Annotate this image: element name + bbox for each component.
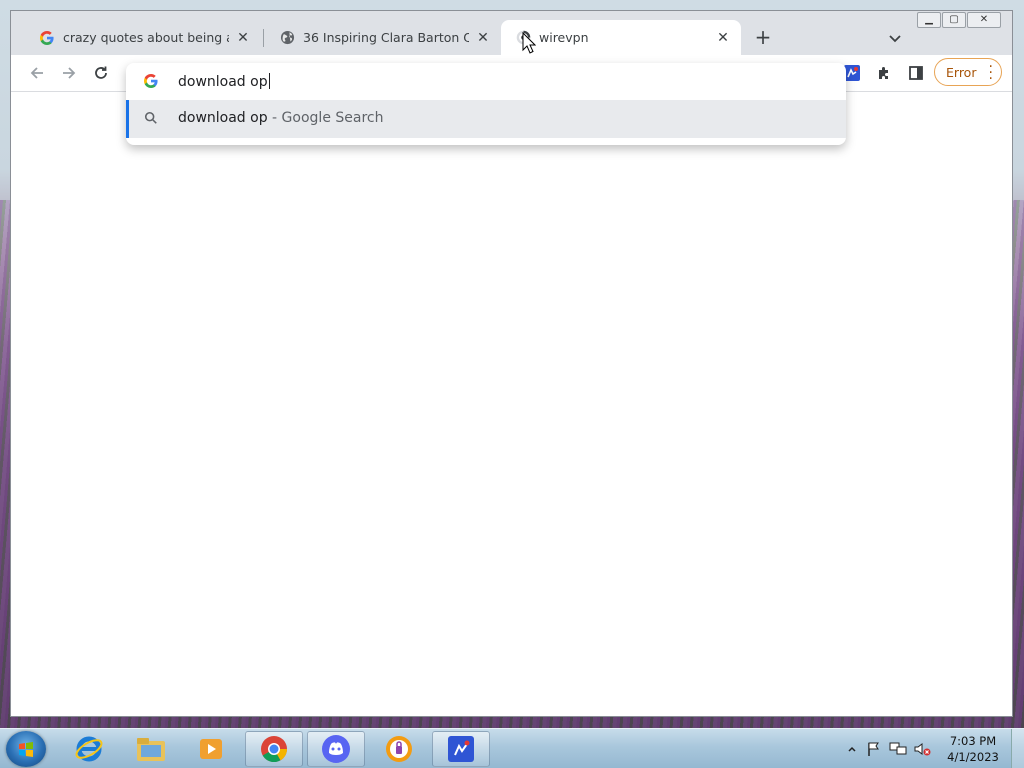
tab-crazy-quotes[interactable]: crazy quotes about being a nurse ✕ (25, 20, 261, 55)
more-menu-icon[interactable]: · · · (989, 60, 993, 86)
google-g-icon (144, 74, 158, 88)
chrome-icon[interactable] (245, 731, 303, 767)
minimize-button[interactable]: ▁ (917, 12, 941, 28)
mouse-cursor-icon (522, 32, 536, 54)
google-g-icon (39, 30, 55, 46)
vpn-app-icon[interactable] (370, 731, 428, 767)
action-center-flag-icon[interactable] (865, 739, 883, 759)
show-desktop-button[interactable] (1011, 729, 1024, 768)
omnibox-input-row[interactable]: download op (126, 63, 846, 99)
clock-date: 4/1/2023 (947, 750, 999, 764)
discord-icon[interactable] (307, 731, 365, 767)
network-icon[interactable] (889, 739, 907, 759)
media-player-icon[interactable] (182, 731, 240, 767)
chevron-down-icon[interactable] (885, 28, 905, 48)
system-clock[interactable]: 7:03 PM 4/1/2023 (943, 733, 1003, 765)
pinned-rocket-icon[interactable] (432, 731, 490, 767)
windows-logo-icon (19, 742, 33, 757)
tab-strip: crazy quotes about being a nurse ✕ 36 In… (11, 11, 1012, 55)
profile-error-button[interactable]: Error · · · (934, 58, 1002, 86)
maximize-button[interactable]: ▢ (942, 12, 966, 28)
volume-muted-icon[interactable] (913, 739, 931, 759)
file-explorer-icon[interactable] (122, 731, 180, 767)
clock-time: 7:03 PM (949, 734, 997, 748)
tab-clara-barton[interactable]: 36 Inspiring Clara Barton Quotes ✕ (265, 20, 501, 55)
globe-icon (279, 30, 295, 46)
puzzle-extensions-icon[interactable] (873, 62, 895, 84)
suggestion-row[interactable]: download op - Google Search (126, 100, 846, 138)
omnibox-dropdown: download op download op - Google Search (126, 63, 846, 145)
close-icon[interactable]: ✕ (475, 30, 491, 46)
tab-wirevpn[interactable]: wirevpn ✕ (501, 20, 741, 55)
search-icon (144, 111, 160, 127)
suggestion-query: download op (178, 110, 268, 126)
tab-separator (263, 29, 264, 47)
reload-icon[interactable] (89, 61, 113, 85)
close-icon[interactable]: ✕ (715, 30, 731, 46)
new-tab-button[interactable]: + (751, 26, 775, 50)
side-panel-icon[interactable] (905, 62, 927, 84)
start-button[interactable] (6, 731, 46, 767)
browser-window: crazy quotes about being a nurse ✕ 36 In… (10, 10, 1013, 717)
close-window-button[interactable]: ✕ (967, 12, 1001, 28)
windows-taskbar: 7:03 PM 4/1/2023 (0, 728, 1024, 768)
omnibox-input[interactable]: download op (178, 73, 270, 90)
back-arrow-icon[interactable] (25, 61, 49, 85)
suggestion-text: download op - Google Search (178, 110, 383, 126)
show-hidden-icons-chevron-icon[interactable] (843, 739, 861, 759)
forward-arrow-icon[interactable] (57, 61, 81, 85)
error-label: Error (946, 64, 977, 80)
tab-title: crazy quotes about being a nurse (63, 30, 229, 45)
close-icon[interactable]: ✕ (235, 30, 251, 46)
omnibox-value: download op (178, 74, 268, 90)
internet-explorer-icon[interactable] (60, 731, 118, 767)
tab-title: 36 Inspiring Clara Barton Quotes (303, 30, 469, 45)
text-caret (268, 73, 270, 89)
suggestion-source: - Google Search (267, 110, 384, 126)
tab-title: wirevpn (539, 30, 589, 45)
